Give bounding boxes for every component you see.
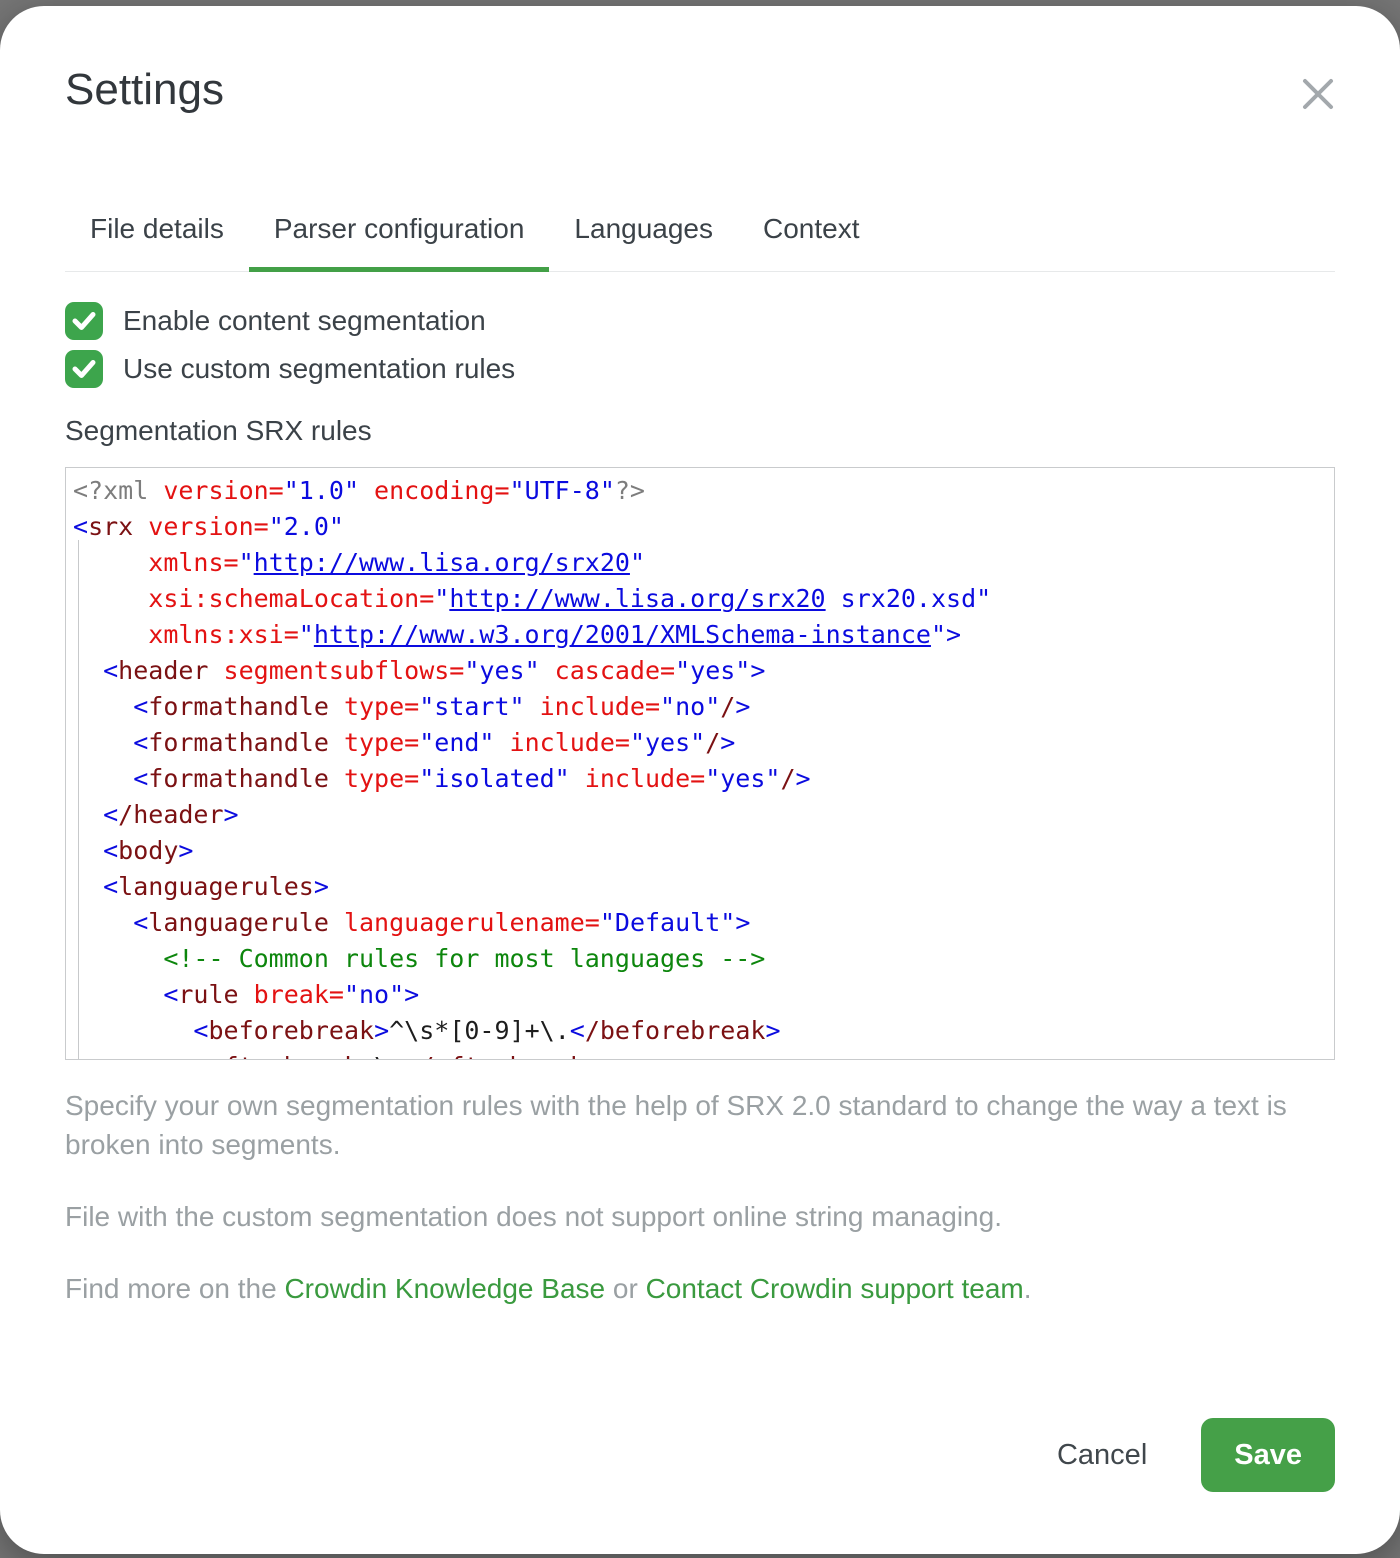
knowledge-base-link[interactable]: Crowdin Knowledge Base — [284, 1273, 605, 1304]
page-title: Settings — [65, 64, 1335, 116]
help-text: Specify your own segmentation rules with… — [65, 1086, 1335, 1308]
srx-editor[interactable]: <?xml version="1.0" encoding="UTF-8"?><s… — [65, 467, 1335, 1060]
code-line: </header> — [73, 797, 1326, 833]
code-line: <!-- Common rules for most languages --> — [73, 941, 1326, 977]
checkbox-checked-icon — [65, 350, 103, 388]
checkbox-label: Use custom segmentation rules — [123, 353, 515, 385]
code-line: <formathandle type="isolated" include="y… — [73, 761, 1326, 797]
code-line: <languagerules> — [73, 869, 1326, 905]
checkbox-group: Enable content segmentation Use custom s… — [65, 302, 1335, 388]
code-line: <srx version="2.0" — [73, 509, 1326, 545]
srx-code-content: <?xml version="1.0" encoding="UTF-8"?><s… — [73, 473, 1326, 1060]
cancel-button[interactable]: Cancel — [1057, 1439, 1147, 1472]
save-button[interactable]: Save — [1201, 1418, 1335, 1492]
tab-file-details[interactable]: File details — [65, 170, 249, 271]
help-paragraph-online-managing: File with the custom segmentation does n… — [65, 1197, 1335, 1236]
find-more-suffix: . — [1024, 1273, 1032, 1304]
find-more-prefix: Find more on the — [65, 1273, 284, 1304]
checkbox-label: Enable content segmentation — [123, 305, 486, 337]
code-line: xmlns="http://www.lisa.org/srx20" — [73, 545, 1326, 581]
srx-rules-label: Segmentation SRX rules — [65, 415, 1335, 447]
code-line: <afterbreak>\s</afterbreak> — [73, 1049, 1326, 1060]
tab-bar: File details Parser configuration Langua… — [65, 170, 1335, 272]
find-more-mid: or — [605, 1273, 645, 1304]
tab-context[interactable]: Context — [738, 170, 885, 271]
checkbox-enable-content-segmentation[interactable]: Enable content segmentation — [65, 302, 1335, 340]
code-line: <beforebreak>^\s*[0-9]+\.</beforebreak> — [73, 1013, 1326, 1049]
checkbox-use-custom-segmentation-rules[interactable]: Use custom segmentation rules — [65, 350, 1335, 388]
modal-footer: Cancel Save — [1057, 1418, 1335, 1492]
code-line: <?xml version="1.0" encoding="UTF-8"?> — [73, 473, 1326, 509]
code-line: <formathandle type="start" include="no"/… — [73, 689, 1326, 725]
code-line: <header segmentsubflows="yes" cascade="y… — [73, 653, 1326, 689]
code-line: <rule break="no"> — [73, 977, 1326, 1013]
code-line: <body> — [73, 833, 1326, 869]
help-paragraph-find-more: Find more on the Crowdin Knowledge Base … — [65, 1269, 1335, 1308]
settings-modal: Settings File details Parser configurati… — [0, 6, 1400, 1554]
contact-support-link[interactable]: Contact Crowdin support team — [646, 1273, 1024, 1304]
code-line: xsi:schemaLocation="http://www.lisa.org/… — [73, 581, 1326, 617]
code-line: xmlns:xsi="http://www.w3.org/2001/XMLSch… — [73, 617, 1326, 653]
tab-languages[interactable]: Languages — [549, 170, 738, 271]
help-paragraph-srx: Specify your own segmentation rules with… — [65, 1086, 1335, 1164]
indent-guide — [78, 540, 79, 1059]
tab-parser-configuration[interactable]: Parser configuration — [249, 170, 550, 271]
code-line: <formathandle type="end" include="yes"/> — [73, 725, 1326, 761]
close-button[interactable] — [1294, 70, 1342, 118]
code-line: <languagerule languagerulename="Default"… — [73, 905, 1326, 941]
checkbox-checked-icon — [65, 302, 103, 340]
close-icon — [1301, 77, 1335, 111]
